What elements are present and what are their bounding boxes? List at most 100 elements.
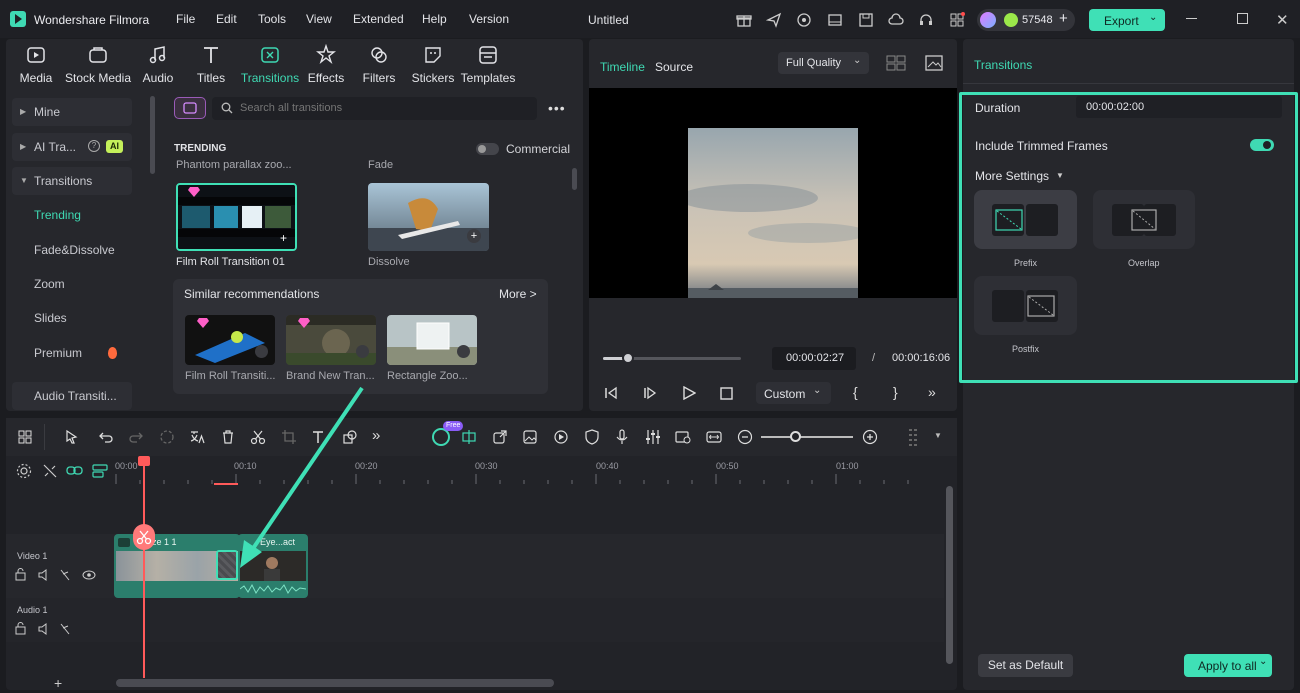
dissolve-thumb[interactable]: +	[368, 183, 489, 251]
search-input[interactable]	[240, 100, 530, 116]
zoom-slider-handle[interactable]	[790, 431, 801, 442]
add-icon[interactable]	[457, 345, 470, 358]
more-tools-icon[interactable]: »	[372, 427, 380, 444]
mode-prefix-button[interactable]	[974, 190, 1077, 249]
tab-timeline[interactable]: Timeline	[600, 60, 645, 74]
mark-in-icon[interactable]: {	[853, 384, 858, 400]
select-tool-icon[interactable]	[64, 429, 80, 445]
zoom-in-icon[interactable]	[862, 429, 878, 445]
zoom-slider[interactable]	[761, 431, 853, 442]
ripple-icon[interactable]	[159, 429, 175, 445]
shield-icon[interactable]	[584, 429, 600, 445]
tab-effects[interactable]: Effects	[296, 44, 356, 85]
premium-filter-button[interactable]	[174, 97, 206, 119]
stop-icon[interactable]	[720, 387, 733, 400]
sidebar-item-mine[interactable]: ▶ Mine	[12, 98, 132, 126]
undo-icon[interactable]	[98, 429, 114, 445]
duration-field[interactable]: 00:00:02:00	[1076, 96, 1282, 118]
split-scissors-icon[interactable]	[250, 429, 266, 445]
sidebar-item-transitions[interactable]: ▼ Transitions	[12, 167, 132, 195]
close-icon[interactable]: ✕	[1276, 11, 1289, 29]
sidebar-item-zoom[interactable]: Zoom	[12, 270, 132, 298]
quality-dropdown[interactable]: Full Quality ⌄	[778, 52, 869, 74]
menu-extended[interactable]: Extended	[353, 12, 404, 26]
previous-frame-icon[interactable]	[604, 386, 618, 400]
ai-translate-icon[interactable]	[189, 429, 205, 445]
screen-record-icon[interactable]	[675, 429, 691, 445]
apply-to-all-button[interactable]: Apply to all ⌄	[1184, 654, 1272, 677]
auto-sync-icon[interactable]	[461, 429, 477, 445]
add-track-icon[interactable]: +	[54, 675, 62, 691]
tab-source[interactable]: Source	[655, 60, 693, 74]
layout-grid-icon[interactable]	[18, 430, 32, 444]
similar-item-thumb[interactable]	[185, 315, 275, 365]
tab-media[interactable]: Media	[6, 44, 66, 85]
commercial-toggle[interactable]	[476, 143, 499, 155]
sidebar-item-audio-transitions[interactable]: Audio Transiti...	[12, 382, 132, 410]
more-options-icon[interactable]: •••	[548, 100, 566, 116]
snapshot-icon[interactable]	[925, 55, 943, 71]
sidebar-item-premium[interactable]: Premium	[12, 339, 132, 367]
text-tool-icon[interactable]	[311, 429, 327, 445]
shape-tool-icon[interactable]	[342, 429, 358, 445]
tab-templates[interactable]: Templates	[458, 44, 518, 85]
help-icon[interactable]: ?	[88, 140, 100, 152]
transition-block[interactable]	[216, 550, 238, 580]
microphone-icon[interactable]	[614, 429, 630, 445]
tab-audio[interactable]: Audio	[128, 44, 188, 85]
menu-view[interactable]: View	[306, 12, 332, 26]
headset-ai-icon[interactable]	[796, 12, 812, 28]
minimize-icon[interactable]	[1186, 18, 1197, 19]
speed-ramp-icon[interactable]	[553, 429, 569, 445]
next-frame-icon[interactable]	[643, 386, 657, 400]
split-marker[interactable]	[133, 524, 155, 550]
menu-file[interactable]: File	[176, 12, 195, 26]
audio-mixer-icon[interactable]	[645, 429, 661, 445]
fit-width-icon[interactable]	[706, 429, 722, 445]
tab-transitions[interactable]: Transitions	[238, 44, 302, 85]
library-scrollbar[interactable]	[572, 168, 577, 190]
similar-item-thumb[interactable]	[286, 315, 376, 365]
sidebar-item-slides[interactable]: Slides	[12, 304, 132, 332]
sidebar-item-ai-transitions[interactable]: ▶ AI Tra... ? AI	[12, 133, 132, 161]
sidebar-scrollbar[interactable]	[150, 96, 155, 174]
menu-version[interactable]: Version	[469, 12, 509, 26]
tab-titles[interactable]: Titles	[181, 44, 241, 85]
tab-filters[interactable]: Filters	[349, 44, 409, 85]
support-icon[interactable]	[918, 12, 934, 28]
send-icon[interactable]	[766, 12, 782, 28]
download-icon[interactable]	[255, 345, 268, 358]
timeline-horizontal-scrollbar[interactable]	[116, 679, 554, 687]
search-box[interactable]	[212, 97, 537, 120]
tab-stickers[interactable]: Stickers	[403, 44, 463, 85]
playback-progress-track[interactable]	[603, 352, 741, 364]
menu-edit[interactable]: Edit	[216, 12, 237, 26]
menu-tools[interactable]: Tools	[258, 12, 286, 26]
menu-help[interactable]: Help	[422, 12, 447, 26]
delete-icon[interactable]	[220, 429, 236, 445]
unlink-icon[interactable]	[42, 463, 58, 479]
export-button[interactable]: Export ⌄	[1089, 9, 1165, 31]
link-icon[interactable]	[66, 463, 84, 479]
image-edit-icon[interactable]	[522, 429, 538, 445]
cloud-upload-icon[interactable]	[888, 12, 904, 28]
mode-postfix-button[interactable]	[974, 276, 1077, 335]
include-trimmed-toggle[interactable]	[1250, 139, 1274, 151]
similar-item-thumb[interactable]	[387, 315, 477, 365]
maximize-icon[interactable]	[1237, 13, 1248, 24]
save-icon[interactable]	[858, 12, 874, 28]
sidebar-item-trending[interactable]: Trending	[12, 201, 132, 229]
speed-dropdown[interactable]: Custom ⌄	[756, 382, 831, 404]
add-credits-icon[interactable]: +	[1059, 10, 1068, 27]
credits-pill[interactable]: 57548 +	[977, 9, 1075, 31]
export-clip-icon[interactable]	[492, 429, 508, 445]
film-roll-transition-thumb[interactable]: +	[176, 183, 297, 251]
zoom-out-icon[interactable]	[737, 429, 753, 445]
crop-icon[interactable]	[281, 429, 297, 445]
more-link[interactable]: More >	[499, 287, 537, 301]
more-settings-label[interactable]: More Settings	[975, 169, 1049, 183]
sidebar-item-fade-dissolve[interactable]: Fade&Dissolve	[12, 236, 132, 264]
add-icon[interactable]: +	[280, 231, 287, 245]
mode-overlap-button[interactable]	[1093, 190, 1195, 249]
magnet-snap-icon[interactable]	[92, 463, 108, 479]
